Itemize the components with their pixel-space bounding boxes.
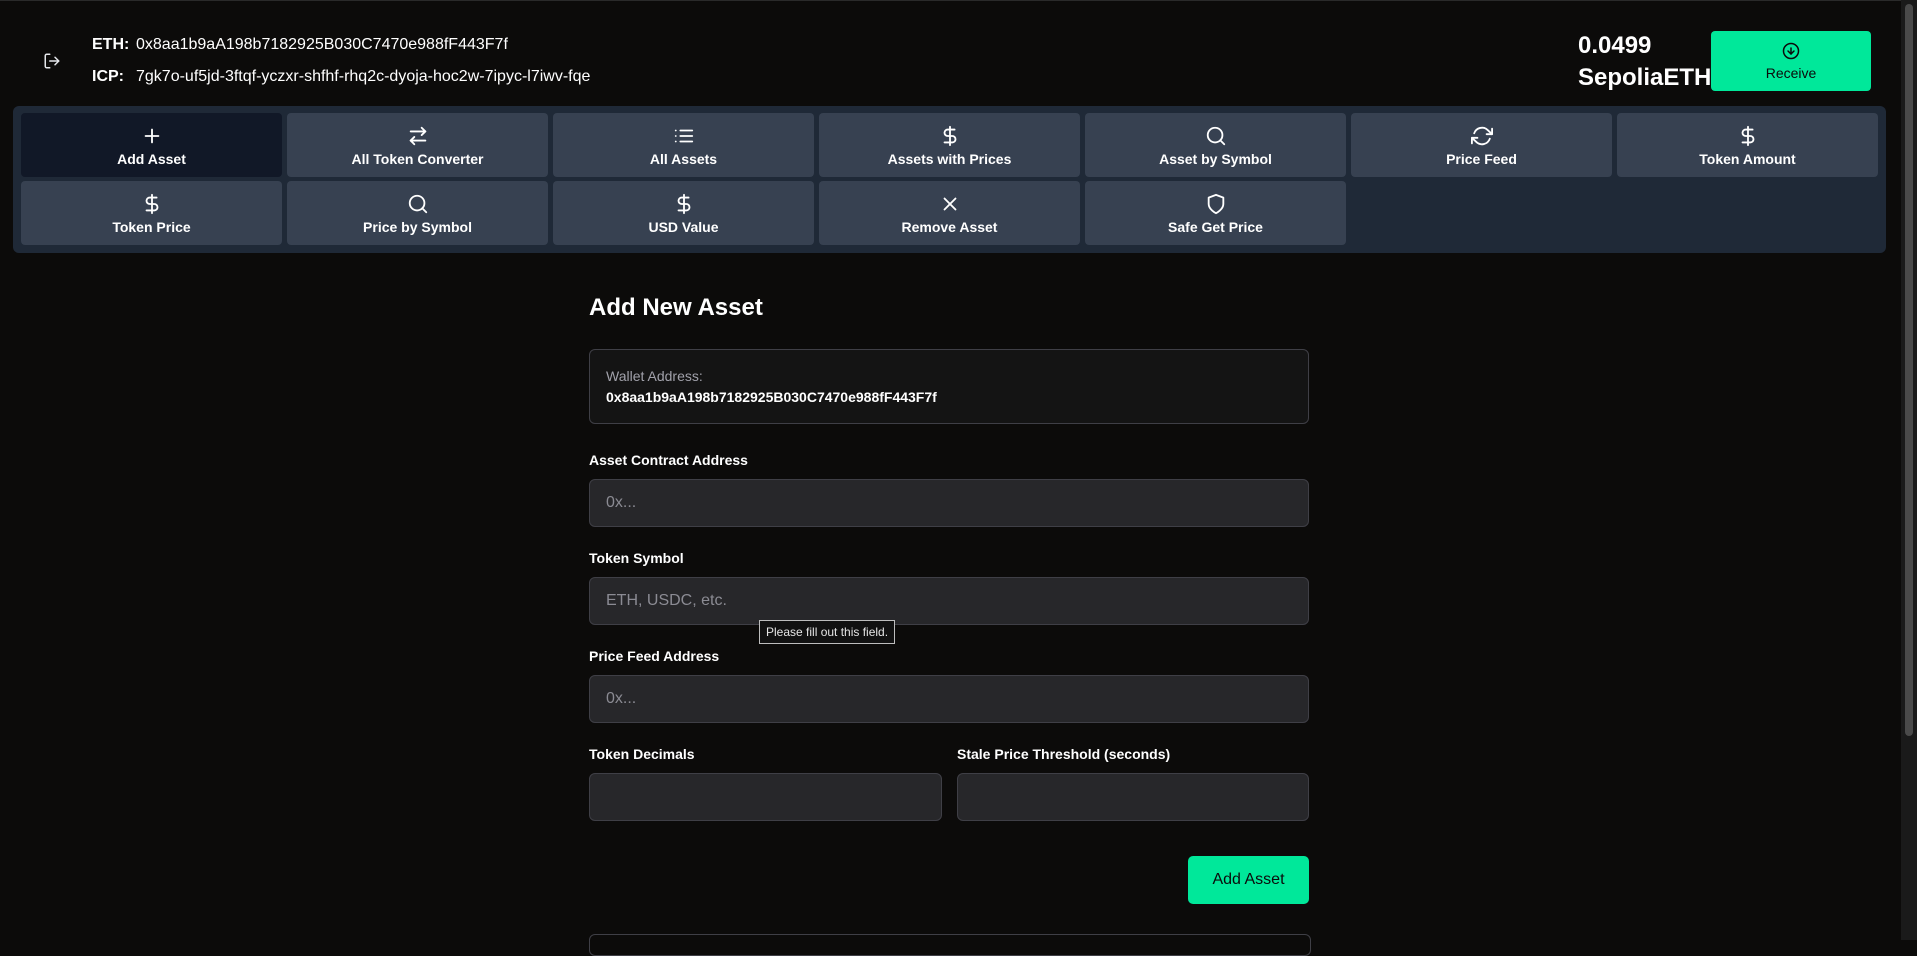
nav-asset-by-symbol[interactable]: Asset by Symbol [1085, 113, 1346, 177]
token-decimals-label: Token Decimals [589, 746, 695, 762]
receive-label: Receive [1765, 64, 1817, 81]
nav-label: All Assets [649, 151, 718, 167]
nav-label: All Token Converter [351, 151, 484, 167]
next-section-edge [589, 934, 1311, 956]
eth-address-row: ETH: 0x8aa1b9aA198b7182925B030C7470e988f… [92, 36, 508, 54]
list-icon [674, 129, 693, 143]
receive-button[interactable]: Receive [1711, 31, 1871, 91]
icp-principal: 7gk7o-uf5jd-3ftqf-yczxr-shfhf-rhq2c-dyoj… [136, 68, 591, 85]
wallet-address-box: Wallet Address: 0x8aa1b9aA198b7182925B03… [589, 349, 1309, 424]
nav-label: Token Amount [1699, 151, 1796, 167]
nav-add-asset[interactable]: Add Asset [21, 113, 282, 177]
search-icon [1206, 126, 1225, 146]
shield-icon [1207, 193, 1224, 215]
nav-usd-value[interactable]: USD Value [553, 181, 814, 245]
dollar-icon [677, 193, 690, 215]
nav-label: Add Asset [117, 151, 186, 167]
plus-icon [144, 128, 159, 144]
contract-address-input[interactable] [589, 479, 1309, 527]
price-feed-address-label: Price Feed Address [589, 648, 720, 664]
dollar-icon [145, 193, 158, 215]
scrollbar-thumb[interactable] [1905, 4, 1913, 736]
eth-address: 0x8aa1b9aA198b7182925B030C7470e988fF443F… [136, 36, 508, 53]
nav-label: Safe Get Price [1168, 219, 1263, 235]
function-nav-panel: Add Asset All Token Converter All Assets… [13, 106, 1886, 253]
nav-remove-asset[interactable]: Remove Asset [819, 181, 1080, 245]
form-title: Add New Asset [589, 294, 763, 321]
search-icon [408, 194, 427, 214]
contract-address-label: Asset Contract Address [589, 452, 748, 468]
nav-token-price[interactable]: Token Price [21, 181, 282, 245]
nav-all-token-converter[interactable]: All Token Converter [287, 113, 548, 177]
icp-label: ICP: [92, 68, 124, 85]
nav-label: Price Feed [1446, 151, 1517, 167]
refresh-icon [1470, 126, 1493, 146]
validation-tooltip: Please fill out this field. [759, 620, 896, 644]
close-icon [943, 197, 956, 211]
nav-safe-get-price[interactable]: Safe Get Price [1085, 181, 1346, 245]
swap-arrows-icon [409, 126, 426, 146]
balance-amount: 0.0499 [1578, 32, 1652, 59]
nav-label: Assets with Prices [887, 151, 1012, 167]
nav-label: Price by Symbol [363, 219, 472, 235]
token-decimals-input[interactable] [589, 773, 942, 821]
arrow-down-circle-icon [1782, 42, 1800, 59]
wallet-address-label: Wallet Address: [606, 368, 703, 384]
nav-token-amount[interactable]: Token Amount [1617, 113, 1878, 177]
stale-threshold-input[interactable] [957, 773, 1309, 821]
nav-label: Remove Asset [901, 219, 998, 235]
nav-label: Asset by Symbol [1159, 151, 1272, 167]
eth-label: ETH: [92, 36, 130, 53]
nav-all-assets[interactable]: All Assets [553, 113, 814, 177]
icp-principal-row: ICP: 7gk7o-uf5jd-3ftqf-yczxr-shfhf-rhq2c… [92, 68, 590, 86]
nav-price-by-symbol[interactable]: Price by Symbol [287, 181, 548, 245]
token-symbol-input[interactable] [589, 577, 1309, 625]
top-border [0, 0, 1917, 1]
stale-threshold-label: Stale Price Threshold (seconds) [957, 746, 1171, 762]
add-asset-submit-button[interactable]: Add Asset [1188, 856, 1309, 904]
wallet-balance: 0.0499 SepoliaETH [1578, 30, 1711, 94]
function-nav-grid: Add Asset All Token Converter All Assets… [21, 113, 1878, 245]
wallet-address-value: 0x8aa1b9aA198b7182925B030C7470e988fF443F… [606, 389, 937, 405]
logout-icon[interactable] [43, 52, 61, 70]
nav-assets-with-prices[interactable]: Assets with Prices [819, 113, 1080, 177]
dollar-icon [1741, 125, 1754, 147]
price-feed-address-input[interactable] [589, 675, 1309, 723]
dollar-icon [943, 125, 956, 147]
balance-unit: SepoliaETH [1578, 64, 1712, 91]
token-symbol-label: Token Symbol [589, 550, 684, 566]
nav-price-feed[interactable]: Price Feed [1351, 113, 1612, 177]
nav-label: USD Value [648, 219, 719, 235]
nav-label: Token Price [112, 219, 191, 235]
